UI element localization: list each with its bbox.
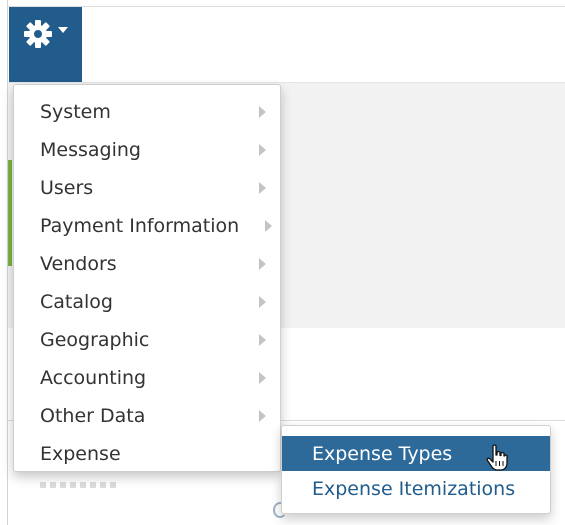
menu-item-label: System <box>40 101 111 123</box>
menu-item-catalog[interactable]: Catalog <box>14 283 280 321</box>
hand-pointer-icon <box>486 444 508 471</box>
submenu-item-label: Expense Types <box>312 442 453 465</box>
menu-item-users[interactable]: Users <box>14 169 280 207</box>
submenu-item-label: Expense Itemizations <box>312 477 516 500</box>
menu-item-label: Catalog <box>40 291 113 313</box>
chevron-right-icon <box>265 220 272 232</box>
chevron-right-icon <box>259 144 266 156</box>
caret-down-icon <box>58 27 68 33</box>
background-green-accent <box>8 160 12 266</box>
menu-item-expense[interactable]: Expense <box>14 435 280 473</box>
chevron-right-icon <box>259 182 266 194</box>
page-frame-top-border <box>7 6 565 7</box>
settings-dropdown-menu: System Messaging Users Payment Informati… <box>13 84 281 472</box>
chevron-right-icon <box>259 106 266 118</box>
menu-item-payment-information[interactable]: Payment Information <box>14 207 280 245</box>
gear-icon <box>24 20 52 48</box>
menu-item-accounting[interactable]: Accounting <box>14 359 280 397</box>
submenu-item-expense-itemizations[interactable]: Expense Itemizations <box>282 471 550 506</box>
chevron-right-icon <box>259 372 266 384</box>
menu-item-label: Expense <box>40 443 121 465</box>
menu-item-label: Accounting <box>40 367 147 389</box>
chevron-right-icon <box>259 410 266 422</box>
menu-item-label: Other Data <box>40 405 146 427</box>
menu-item-label: Vendors <box>40 253 117 275</box>
settings-menu-button[interactable] <box>9 7 82 82</box>
menu-item-label: Geographic <box>40 329 150 351</box>
submenu-item-expense-types[interactable]: Expense Types <box>282 436 550 471</box>
menu-item-label: Messaging <box>40 139 141 161</box>
menu-item-other-data[interactable]: Other Data <box>14 397 280 435</box>
menu-item-label: Payment Information <box>40 215 240 237</box>
menu-item-messaging[interactable]: Messaging <box>14 131 280 169</box>
chevron-right-icon <box>259 258 266 270</box>
menu-item-vendors[interactable]: Vendors <box>14 245 280 283</box>
expense-submenu: Expense Types Expense Itemizations <box>281 425 551 514</box>
background-text-fragment <box>40 482 120 488</box>
menu-item-label: Users <box>40 177 94 199</box>
menu-item-geographic[interactable]: Geographic <box>14 321 280 359</box>
chevron-right-icon <box>259 296 266 308</box>
menu-item-system[interactable]: System <box>14 93 280 131</box>
chevron-right-icon <box>259 334 266 346</box>
